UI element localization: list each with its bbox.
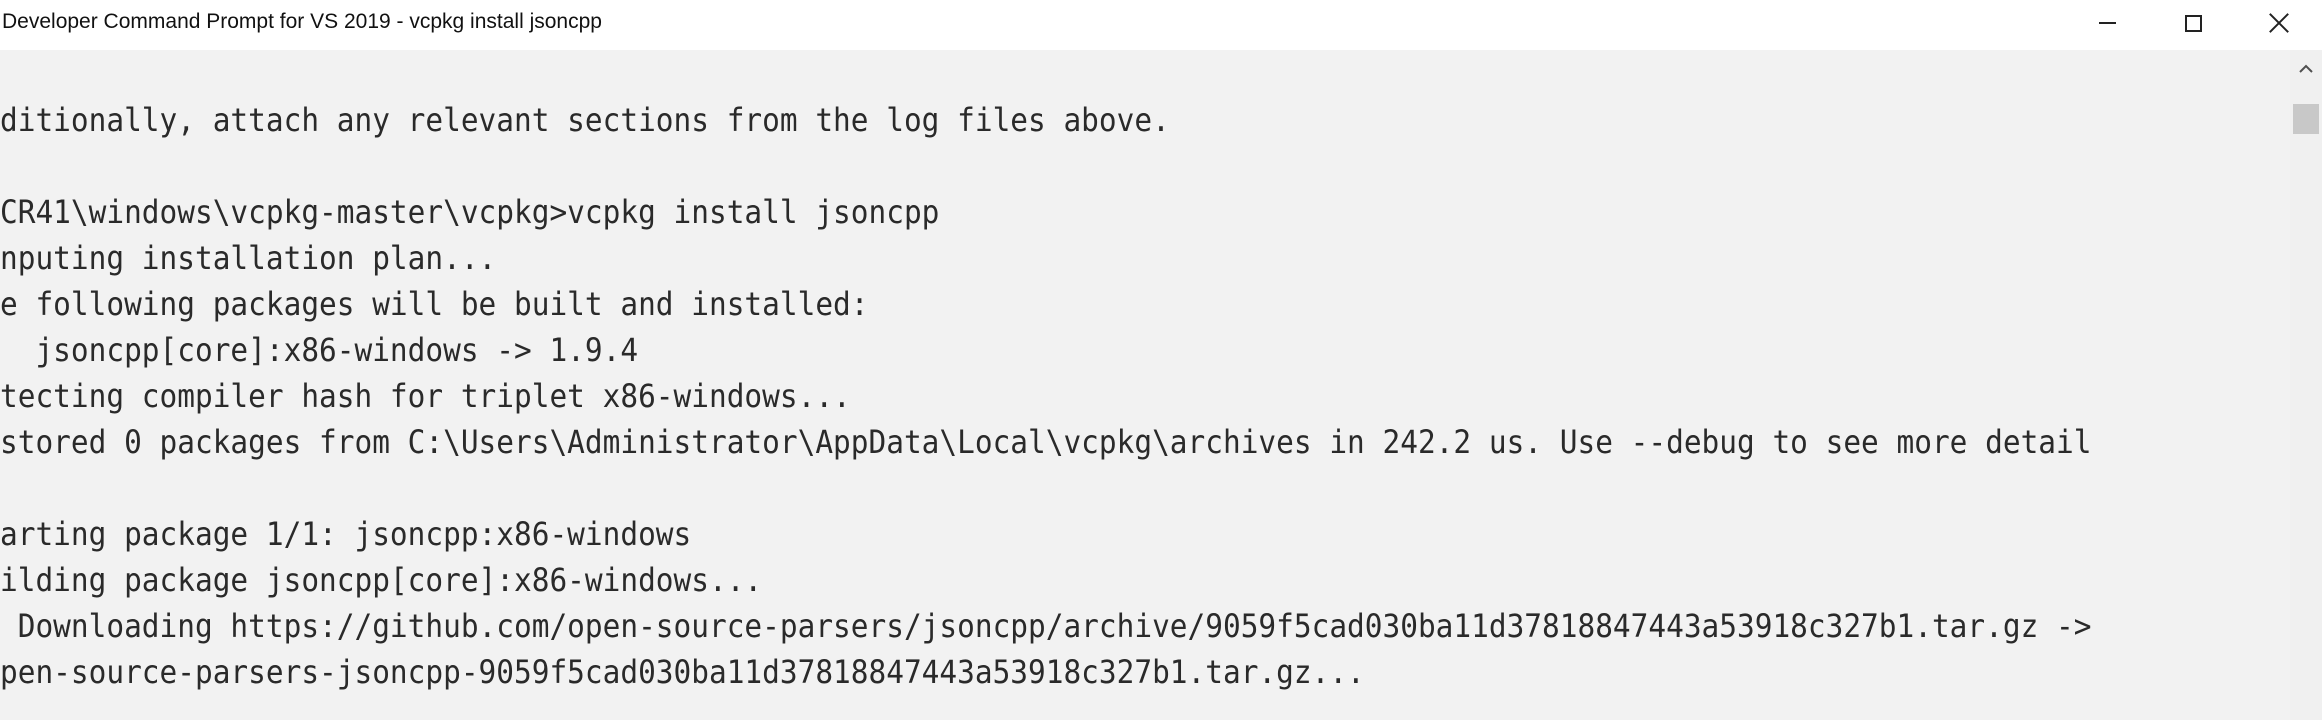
minimize-button[interactable]: [2064, 0, 2150, 46]
scrollbar-thumb[interactable]: [2293, 104, 2319, 134]
scroll-up-button[interactable]: [2290, 56, 2322, 82]
console-line: jsoncpp[core]:x86-windows -> 1.9.4: [0, 331, 639, 369]
window-title: Developer Command Prompt for VS 2019 - v…: [2, 10, 602, 33]
console-line: tecting compiler hash for triplet x86-wi…: [0, 377, 851, 415]
console-line: Downloading https://github.com/open-sour…: [0, 607, 2092, 645]
maximize-icon: [2184, 14, 2202, 32]
console-line: e following packages will be built and i…: [0, 285, 869, 323]
console-output[interactable]: ditionally, attach any relevant sections…: [0, 50, 2290, 720]
title-bar[interactable]: Developer Command Prompt for VS 2019 - v…: [0, 0, 2322, 50]
console-line: stored 0 packages from C:\Users\Administ…: [0, 423, 2092, 461]
maximize-button[interactable]: [2150, 0, 2236, 46]
console-line: arting package 1/1: jsoncpp:x86-windows: [0, 515, 692, 553]
console-line: pen-source-parsers-jsoncpp-9059f5cad030b…: [0, 653, 1365, 691]
console-line: nputing installation plan...: [0, 239, 497, 277]
chevron-up-icon: [2299, 64, 2313, 73]
minimize-icon: [2098, 22, 2116, 24]
close-icon: [2268, 12, 2290, 34]
close-button[interactable]: [2236, 0, 2322, 46]
command-prompt-window: Developer Command Prompt for VS 2019 - v…: [0, 0, 2322, 720]
console-line: ilding package jsoncpp[core]:x86-windows…: [0, 561, 763, 599]
console-line: ditionally, attach any relevant sections…: [0, 101, 1170, 139]
console-line: CR41\windows\vcpkg-master\vcpkg>vcpkg in…: [0, 193, 940, 231]
vertical-scrollbar[interactable]: [2290, 50, 2322, 720]
